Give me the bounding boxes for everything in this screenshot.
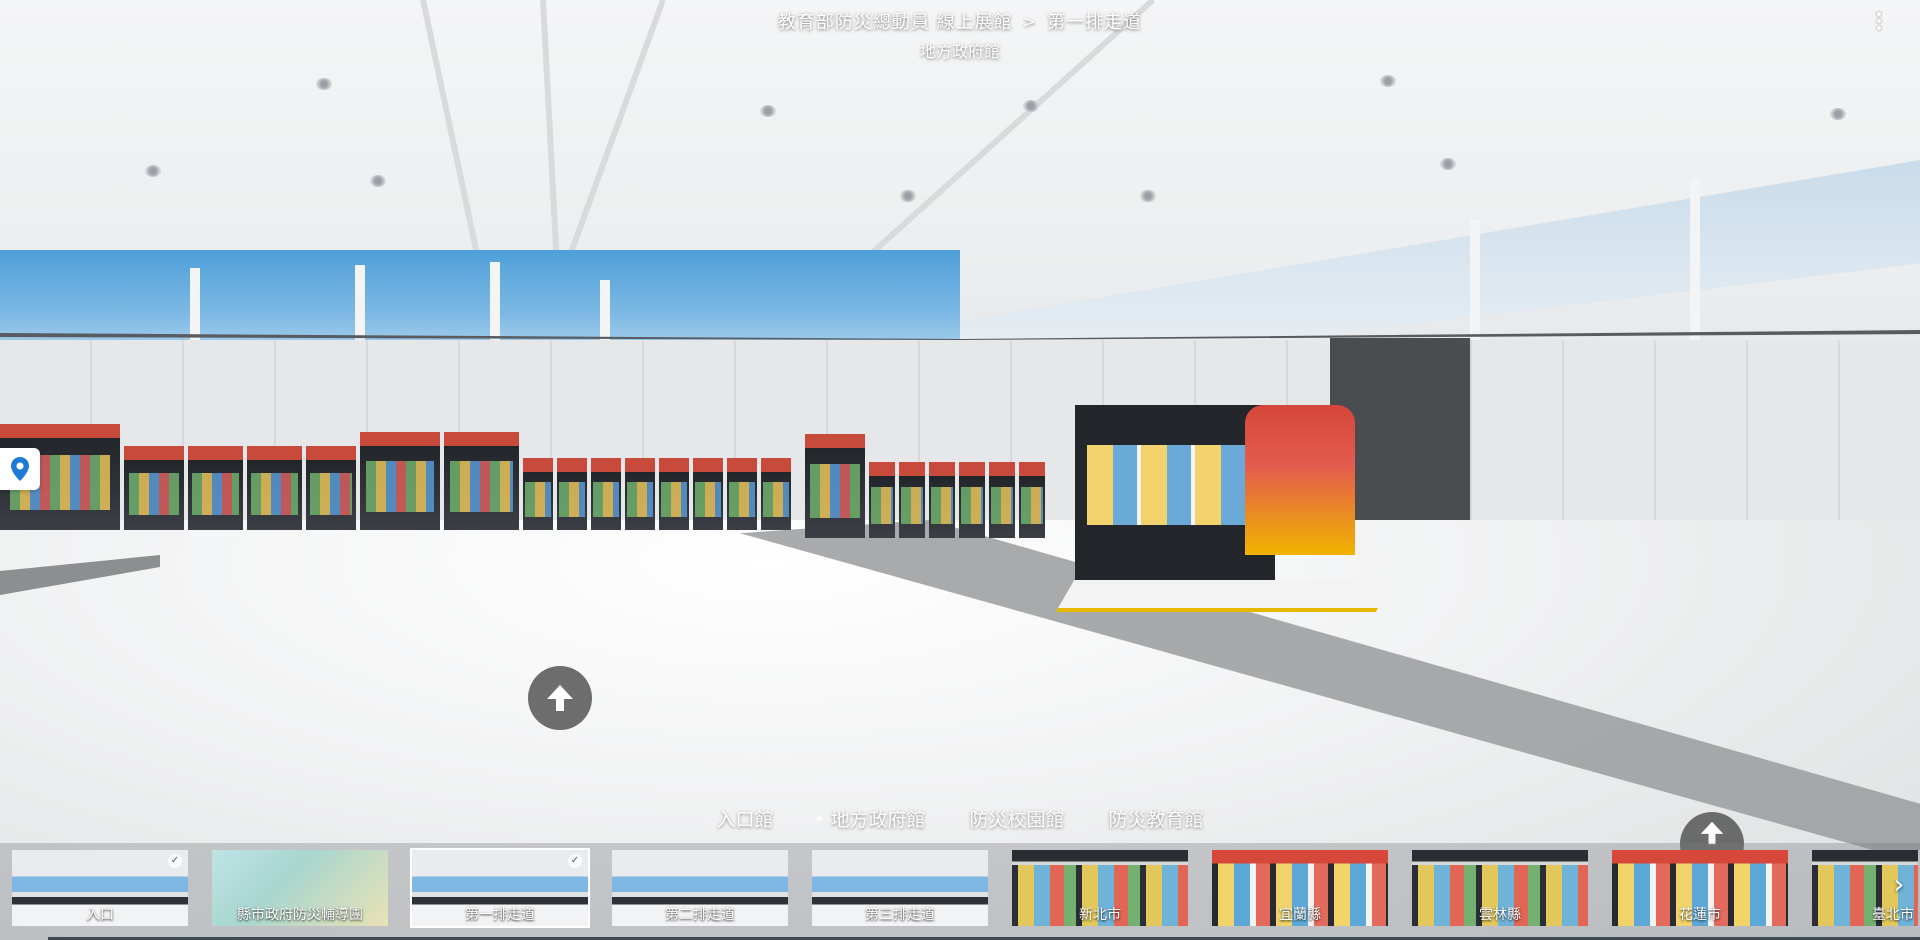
- page-subtitle: 地方政府館: [919, 42, 1000, 61]
- exhibit-panel: [869, 462, 895, 538]
- exhibit-panel: [929, 462, 955, 538]
- chevron-right-icon: >: [1022, 11, 1038, 31]
- header: 教育部防災總動員 線上展館 > 第一排走道 地方政府館: [0, 8, 1920, 62]
- thumbnail-label: 第二排走道: [665, 907, 735, 923]
- thumbnail-label: 縣市政府防災輔導團: [237, 907, 363, 923]
- ceiling-light: [145, 165, 161, 177]
- exhibit-panel: [693, 458, 723, 530]
- check-icon: ✓: [168, 854, 182, 868]
- exhibit-panel: [360, 432, 440, 530]
- exhibit-panel: [306, 446, 356, 530]
- ceiling-light: [316, 78, 332, 90]
- ceiling-light: [1440, 158, 1456, 170]
- exhibit-panel: [124, 446, 184, 530]
- exhibit-panel: [188, 446, 243, 530]
- check-icon: ✓: [568, 854, 582, 868]
- thumbnail-label: 入口: [86, 907, 114, 923]
- thumbnail-aisle-3[interactable]: 第三排走道: [810, 848, 990, 928]
- panorama-view[interactable]: [0, 0, 1920, 940]
- thumbnail-strip: ✓ 入口 縣市政府防災輔導團 ✓ 第一排走道 第二排走道 第三排走道 新北市 宜…: [0, 843, 1920, 940]
- breadcrumb: 教育部防災總動員 線上展館 > 第一排走道: [0, 8, 1920, 34]
- exhibit-row-center: [805, 434, 1049, 538]
- exhibit-panel: [625, 458, 655, 530]
- breadcrumb-current: 第一排走道: [1047, 12, 1143, 33]
- navigation-hotspot[interactable]: [528, 666, 592, 730]
- exhibit-panel: [899, 462, 925, 538]
- thumbnail-hualien[interactable]: 花蓮市: [1610, 848, 1790, 928]
- exhibit-panel: [1019, 462, 1045, 538]
- exhibit-row-left: [0, 424, 795, 530]
- ceiling-light: [1830, 108, 1846, 120]
- booth-base: [1055, 580, 1395, 612]
- exhibit-panel: [523, 458, 553, 530]
- exhibit-panel: [247, 446, 302, 530]
- tab-local-government-hall[interactable]: 地方政府館: [817, 805, 926, 832]
- chevron-right-icon[interactable]: ›: [1888, 865, 1910, 905]
- ceiling-light: [760, 105, 776, 117]
- exhibit-panel: [805, 434, 865, 538]
- breadcrumb-root[interactable]: 教育部防災總動員 線上展館: [778, 8, 1013, 34]
- exhibit-panel: [444, 432, 519, 530]
- tab-entrance-hall[interactable]: 入口館: [716, 805, 773, 832]
- active-dot-icon: [817, 816, 823, 821]
- arrow-up-icon: [547, 685, 573, 711]
- exhibit-booth[interactable]: [1055, 405, 1395, 612]
- thumbnail-label: 第一排走道: [465, 907, 535, 923]
- exhibit-panel: [959, 462, 985, 538]
- exhibit-panel: [761, 458, 791, 530]
- ceiling-light: [1380, 75, 1396, 87]
- thumbnail-label: 新北市: [1079, 907, 1121, 923]
- thumbnail-yilan[interactable]: 宜蘭縣: [1210, 848, 1390, 928]
- tab-label: 防災校園館: [969, 809, 1065, 831]
- map-pin-icon: [11, 457, 29, 481]
- thumbnail-label: 花蓮市: [1679, 907, 1721, 923]
- ceiling-light: [1023, 100, 1039, 112]
- thumbnail-county-team[interactable]: 縣市政府防災輔導團: [210, 848, 390, 928]
- ceiling-light: [900, 190, 916, 202]
- more-vertical-icon[interactable]: [1864, 6, 1894, 36]
- thumbnail-label: 宜蘭縣: [1279, 907, 1321, 923]
- thumbnail-aisle-1[interactable]: ✓ 第一排走道: [410, 848, 590, 928]
- tab-campus-hall[interactable]: 防災校園館: [970, 805, 1065, 832]
- thumbnail-aisle-2[interactable]: 第二排走道: [610, 848, 790, 928]
- thumbnail-label: 第三排走道: [865, 907, 935, 923]
- ceiling-light: [370, 175, 386, 187]
- ceiling-light: [1140, 190, 1156, 202]
- exhibit-panel: [557, 458, 587, 530]
- thumbnail-label: 臺北市: [1872, 907, 1914, 923]
- exhibit-panel: [591, 458, 621, 530]
- tab-label: 防災教育館: [1108, 809, 1204, 831]
- thumbnail-entrance[interactable]: ✓ 入口: [10, 848, 190, 928]
- exhibit-panel: [659, 458, 689, 530]
- exhibit-panel: [989, 462, 1015, 538]
- map-button[interactable]: [0, 448, 40, 490]
- thumbnail-new-taipei[interactable]: 新北市: [1010, 848, 1190, 928]
- tab-label: 地方政府館: [830, 809, 926, 831]
- booth-banner: [1245, 405, 1355, 555]
- thumbnail-label: 雲林縣: [1479, 907, 1521, 923]
- tab-education-hall[interactable]: 防災教育館: [1109, 805, 1204, 832]
- category-tabs: 入口館 地方政府館 防災校園館 防災教育館: [0, 805, 1920, 832]
- exhibit-panel: [727, 458, 757, 530]
- thumbnail-yunlin[interactable]: 雲林縣: [1410, 848, 1590, 928]
- tab-label: 入口館: [716, 809, 774, 831]
